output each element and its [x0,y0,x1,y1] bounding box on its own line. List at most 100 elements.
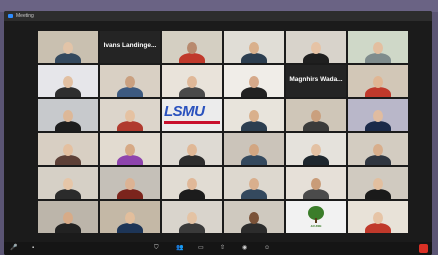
participant-face [311,143,321,156]
participant-tile[interactable] [286,167,346,199]
participant-tile[interactable] [348,167,408,199]
participant-tile[interactable] [100,167,160,199]
participant-face [125,211,135,224]
participant-tile[interactable] [100,201,160,233]
participant-body [241,189,267,199]
participant-tile[interactable] [348,133,408,165]
gallery-grid: Ivans Landinge... Magnhirs Wada... LSMU JAU… [38,31,408,233]
mute-icon: 🎤 [10,245,18,251]
mute-button[interactable]: 🎤 [10,244,17,253]
participant-face [63,177,73,190]
participant-body [117,155,143,165]
participant-face [187,143,197,156]
participant-body [55,53,81,63]
participant-body [55,155,81,165]
title-bar: Meeting [4,11,432,21]
participant-body [365,87,391,97]
chat-button[interactable]: ▭ [198,244,204,253]
participant-tile[interactable] [100,65,160,97]
participant-tile[interactable] [38,65,98,97]
participant-name-display: Ivans Landinge... [103,42,157,49]
participant-face [187,75,197,88]
participant-face [63,75,73,88]
participant-tile[interactable] [38,133,98,165]
participant-tile[interactable] [348,31,408,63]
participant-tile[interactable] [162,201,222,233]
participant-tile[interactable] [286,99,346,131]
participant-body [117,223,143,233]
participant-tile[interactable] [162,31,222,63]
participant-face [125,75,135,88]
participant-tile[interactable] [224,133,284,165]
participant-face [187,177,197,190]
participant-body [179,189,205,199]
participant-body [55,189,81,199]
participant-face [311,41,321,54]
security-icon: ⛉ [154,245,159,251]
participant-body [303,155,329,165]
meeting-toolbar: 🎤 ▪ ⛉ 👥 ▭ ⇧ ◉ ☺ [4,242,432,255]
participant-tile[interactable] [348,65,408,97]
chat-icon: ▭ [198,245,204,251]
participant-tile[interactable] [348,99,408,131]
participant-face [187,211,197,224]
participant-face [249,109,259,122]
participant-body [241,121,267,131]
participant-face [373,75,383,88]
participant-face [187,41,197,54]
participant-tile[interactable] [38,167,98,199]
participant-body [179,223,205,233]
share-icon: ⇧ [220,245,226,251]
share-button[interactable]: ⇧ [220,244,225,253]
participant-body [303,121,329,131]
participant-tile[interactable] [224,167,284,199]
participant-tile[interactable] [224,201,284,233]
participant-tile[interactable] [100,99,160,131]
participant-face [373,211,383,224]
participant-body [241,155,267,165]
participant-tile[interactable]: JAUNIE [286,201,346,233]
participant-tile[interactable] [38,99,98,131]
record-icon: ◉ [242,245,248,251]
participant-face [373,143,383,156]
participant-tile[interactable] [38,31,98,63]
participant-body [117,189,143,199]
security-button[interactable]: ⛉ [154,244,159,253]
participant-face [311,109,321,122]
logo-stripe [164,121,220,124]
participant-body [241,53,267,63]
participants-button[interactable]: 👥 [176,244,183,253]
participant-tile[interactable] [224,31,284,63]
participant-body [303,53,329,63]
participant-face [311,177,321,190]
participant-body [241,223,267,233]
participant-tile[interactable] [100,133,160,165]
participant-face [249,75,259,88]
reactions-button[interactable]: ☺ [264,244,270,253]
participant-tile[interactable] [224,65,284,97]
meeting-window: Meeting Ivans Landinge... Magnhirs Wada..… [4,11,432,255]
end-meeting-button[interactable] [419,244,428,253]
participant-tile[interactable]: Magnhirs Wada... [286,65,346,97]
participant-tile[interactable]: Ivans Landinge... [100,31,160,63]
participant-face [63,109,73,122]
record-button[interactable]: ◉ [242,244,247,253]
participant-face [125,109,135,122]
video-button[interactable]: ▪ [32,244,34,253]
participant-tile[interactable] [348,201,408,233]
participant-tile[interactable]: LSMU [162,99,222,131]
participant-tile[interactable] [162,133,222,165]
participant-face [373,109,383,122]
participant-tile[interactable] [286,133,346,165]
participant-body [365,121,391,131]
participant-tile[interactable] [162,167,222,199]
video-icon: ▪ [32,245,35,251]
participant-body [117,121,143,131]
participant-tile[interactable] [286,31,346,63]
participant-tile[interactable] [38,201,98,233]
participant-face [373,177,383,190]
participant-body [55,223,81,233]
participant-tile[interactable] [224,99,284,131]
reactions-icon: ☺ [264,245,271,251]
participant-tile[interactable] [162,65,222,97]
